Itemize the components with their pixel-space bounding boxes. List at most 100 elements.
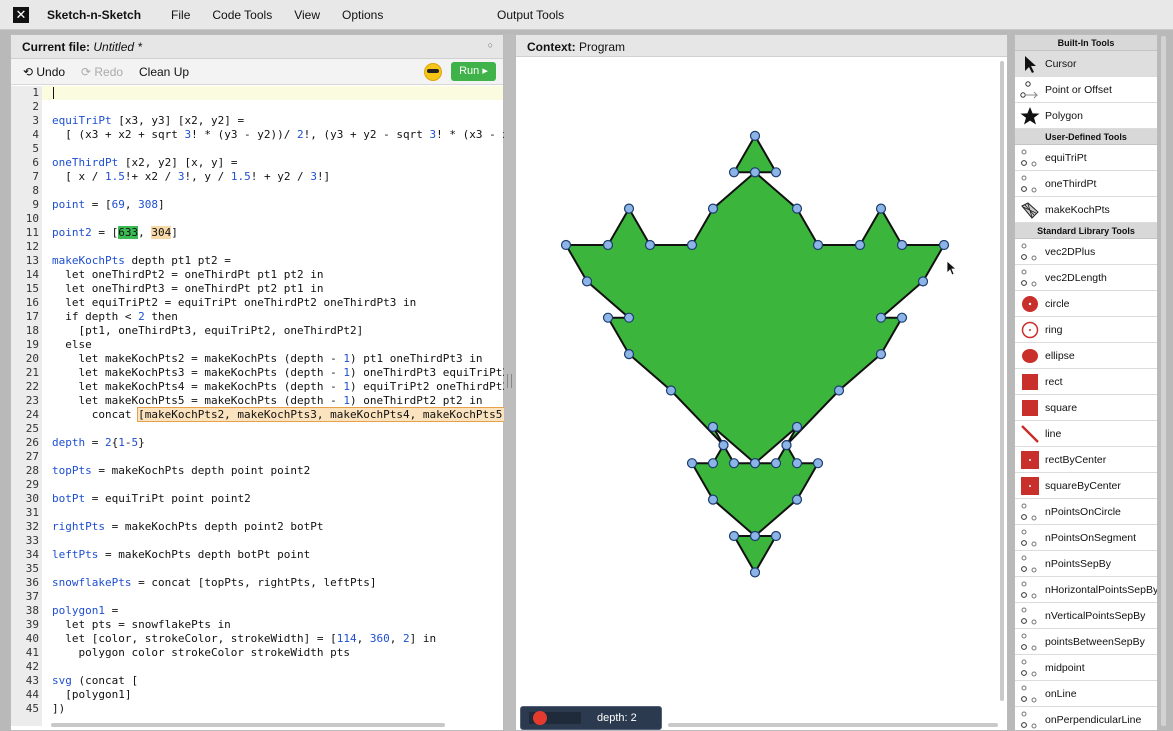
code-text[interactable]: leftPts = makeKochPts depth botPt point <box>52 548 310 562</box>
code-line[interactable]: 12 <box>11 240 503 254</box>
output-canvas[interactable] <box>516 57 1007 707</box>
tool-squareByCenter[interactable]: squareByCenter <box>1015 473 1157 499</box>
code-text[interactable]: [ (x3 + x2 + sqrt 3! * (y3 - y2))/ 2!, (… <box>52 128 515 142</box>
code-line[interactable]: 37 <box>11 590 503 604</box>
polygon-vertex-handle[interactable] <box>728 167 740 178</box>
output-vertical-scrollbar[interactable] <box>1000 61 1004 701</box>
code-text[interactable]: snowflakePts = concat [topPts, rightPts,… <box>52 576 377 590</box>
code-text[interactable]: let pts = snowflakePts in <box>52 618 231 632</box>
tool-vec2DLength[interactable]: vec2DLength <box>1015 265 1157 291</box>
code-line[interactable]: 8 <box>11 184 503 198</box>
polygon-vertex-handle[interactable] <box>623 312 635 323</box>
code-text[interactable]: rightPts = makeKochPts depth point2 botP… <box>52 520 324 534</box>
code-text[interactable]: depth = 2{1-5} <box>52 436 145 450</box>
code-line[interactable]: 19 else <box>11 338 503 352</box>
polygon-vertex-handle[interactable] <box>770 458 782 469</box>
polygon-vertex-handle[interactable] <box>791 421 803 432</box>
polygon-vertex-handle[interactable] <box>875 203 887 214</box>
code-line[interactable]: 33 <box>11 534 503 548</box>
tool-oneThirdPt[interactable]: oneThirdPt <box>1015 171 1157 197</box>
tool-vec2DPlus[interactable]: vec2DPlus <box>1015 239 1157 265</box>
code-text[interactable]: polygon1 = <box>52 604 118 618</box>
code-line[interactable]: 42 <box>11 660 503 674</box>
polygon-vertex-handle[interactable] <box>854 239 866 251</box>
code-line[interactable]: 20 let makeKochPts2 = makeKochPts (depth… <box>11 352 503 366</box>
code-line[interactable]: 23 let makeKochPts5 = makeKochPts (depth… <box>11 394 503 408</box>
polygon-vertex-handle[interactable] <box>602 239 614 251</box>
polygon-vertex-handle[interactable] <box>896 239 908 251</box>
polygon-vertex-handle[interactable] <box>623 203 635 214</box>
code-line[interactable]: 1 <box>11 86 503 100</box>
polygon-vertex-handle[interactable] <box>938 239 950 251</box>
code-text[interactable]: let oneThirdPt2 = oneThirdPt pt1 pt2 in <box>52 268 323 282</box>
polygon-vertex-handle[interactable] <box>791 458 803 469</box>
polygon-vertex-handle[interactable] <box>707 421 719 432</box>
code-text[interactable]: let makeKochPts5 = makeKochPts (depth - … <box>52 394 482 408</box>
polygon-vertex-handle[interactable] <box>749 567 761 578</box>
code-line[interactable]: 43 svg (concat [ <box>11 674 503 688</box>
code-line[interactable]: 4 [ (x3 + x2 + sqrt 3! * (y3 - y2))/ 2!,… <box>11 128 515 142</box>
polygon-vertex-handle[interactable] <box>812 239 824 251</box>
code-text[interactable]: svg (concat [ <box>52 674 138 688</box>
polygon-vertex-handle[interactable] <box>728 458 740 469</box>
code-line[interactable]: 5 <box>11 142 503 156</box>
polygon-vertex-handle[interactable] <box>791 494 803 505</box>
tool-equiTriPt[interactable]: equiTriPt <box>1015 145 1157 171</box>
code-line[interactable]: 11 point2 = [633, 304] <box>11 226 503 240</box>
tool-nVerticalPointsSepBy[interactable]: nVerticalPointsSepBy <box>1015 603 1157 629</box>
code-line[interactable]: 24 concat [makeKochPts2, makeKochPts3, m… <box>11 407 510 422</box>
polygon-vertex-handle[interactable] <box>686 458 698 469</box>
output-horizontal-scrollbar[interactable] <box>668 723 998 727</box>
tool-onPerpendicularLine[interactable]: onPerpendicularLine <box>1015 707 1157 730</box>
polygon-vertex-handle[interactable] <box>833 385 845 396</box>
tool-rect[interactable]: rect <box>1015 369 1157 395</box>
code-line[interactable]: 34 leftPts = makeKochPts depth botPt poin… <box>11 548 503 562</box>
polygon-vertex-handle[interactable] <box>707 458 719 469</box>
code-text[interactable]: topPts = makeKochPts depth point point2 <box>52 464 310 478</box>
tool-nPointsSepBy[interactable]: nPointsSepBy <box>1015 551 1157 577</box>
code-text[interactable]: else <box>52 338 92 352</box>
app-name[interactable]: Sketch-n-Sketch <box>47 8 141 22</box>
editor-horizontal-scrollbar[interactable] <box>51 723 445 727</box>
polygon-vertex-handle[interactable] <box>875 312 887 323</box>
tool-pointsBetweenSepBy[interactable]: pointsBetweenSepBy <box>1015 629 1157 655</box>
polygon-vertex-handle[interactable] <box>781 440 792 451</box>
polygon-vertex-handle[interactable] <box>749 130 761 142</box>
code-line[interactable]: 38 polygon1 = <box>11 604 503 618</box>
code-line[interactable]: 36 snowflakePts = concat [topPts, rightPt… <box>11 576 503 590</box>
slider-handle[interactable] <box>533 711 547 725</box>
polygon-vertex-handle[interactable] <box>812 458 824 469</box>
polygon-vertex-handle[interactable] <box>665 385 677 396</box>
code-text[interactable]: [polygon1] <box>52 688 131 702</box>
code-text[interactable]: makeKochPts depth pt1 pt2 = <box>52 254 231 268</box>
code-text[interactable]: let makeKochPts4 = makeKochPts (depth - … <box>52 380 509 394</box>
redo-button[interactable]: ⟳ Redo <box>81 65 123 79</box>
code-text[interactable]: let equiTriPt2 = equiTriPt oneThirdPt2 o… <box>52 296 416 310</box>
tool-Polygon[interactable]: Polygon <box>1015 103 1157 129</box>
clean-up-button[interactable]: Clean Up <box>139 65 189 79</box>
code-text[interactable]: point2 = [633, 304] <box>52 226 178 240</box>
tool-nPointsOnSegment[interactable]: nPointsOnSegment <box>1015 525 1157 551</box>
tool-circle[interactable]: circle <box>1015 291 1157 317</box>
tool-panel-scrollbar[interactable] <box>1161 36 1166 726</box>
code-line[interactable]: 29 <box>11 478 503 492</box>
code-text[interactable]: concat [makeKochPts2, makeKochPts3, make… <box>52 407 510 422</box>
code-text[interactable]: polygon color strokeColor strokeWidth pt… <box>52 646 350 660</box>
menu-view[interactable]: View <box>294 8 320 22</box>
run-button[interactable]: Run ▸ <box>451 62 496 81</box>
polygon-vertex-handle[interactable] <box>770 530 782 542</box>
code-line[interactable]: 10 <box>11 212 503 226</box>
tool-makeKochPts[interactable]: makeKochPts <box>1015 197 1157 223</box>
code-text[interactable]: let makeKochPts2 = makeKochPts (depth - … <box>52 352 482 366</box>
menu-output-tools[interactable]: Output Tools <box>497 8 564 22</box>
code-text[interactable]: let makeKochPts3 = makeKochPts (depth - … <box>52 366 509 380</box>
tool-line[interactable]: line <box>1015 421 1157 447</box>
polygon-vertex-handle[interactable] <box>749 530 761 542</box>
code-text[interactable]: equiTriPt [x3, y3] [x2, y2] = <box>52 114 244 128</box>
code-line[interactable]: 30 botPt = equiTriPt point point2 <box>11 492 503 506</box>
polygon-vertex-handle[interactable] <box>644 239 656 251</box>
polygon-vertex-handle[interactable] <box>770 167 782 178</box>
code-text[interactable]: [ x / 1.5!+ x2 / 3!, y / 1.5! + y2 / 3!] <box>52 170 330 184</box>
polygon-vertex-handle[interactable] <box>875 349 887 360</box>
code-line[interactable]: 2 <box>11 100 503 114</box>
